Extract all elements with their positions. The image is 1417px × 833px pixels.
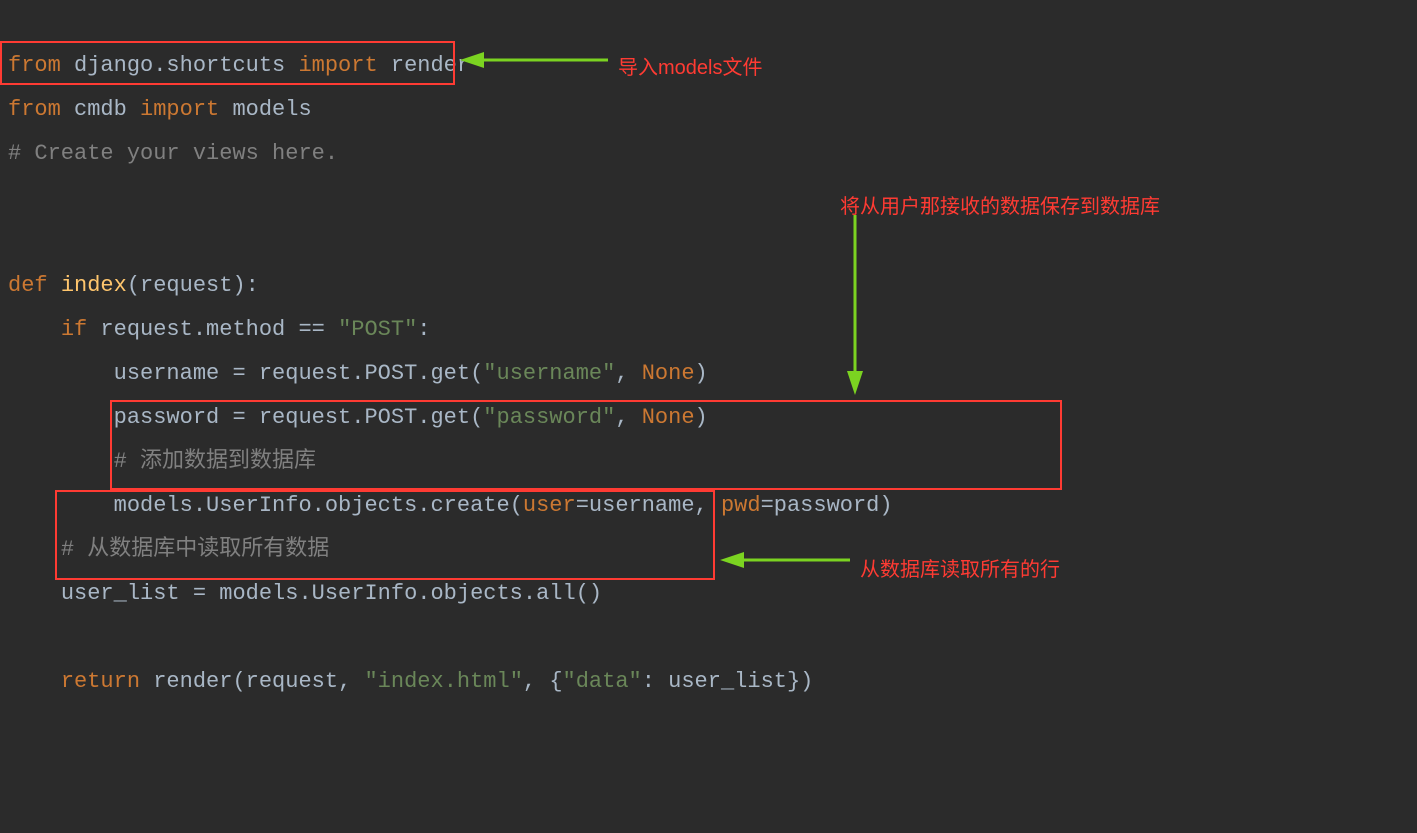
annotation-import: 导入models文件 — [618, 46, 762, 90]
highlight-box-import — [0, 41, 455, 85]
line-6: if request.method == "POST": — [8, 317, 430, 342]
annotation-save: 将从用户那接收的数据保存到数据库 — [840, 185, 1160, 229]
highlight-box-readall — [55, 490, 715, 580]
line-3: # Create your views here. — [8, 141, 338, 166]
line-5: def index(request): — [8, 273, 259, 298]
code-editor[interactable]: from django.shortcuts import render from… — [0, 0, 1417, 833]
annotation-read: 从数据库读取所有的行 — [860, 548, 1060, 592]
line-2: from cmdb import models — [8, 97, 312, 122]
highlight-box-create — [110, 400, 1062, 490]
code-block: from django.shortcuts import render from… — [8, 0, 893, 704]
line-14: return render(request, "index.html", {"d… — [8, 669, 813, 694]
line-12: user_list = models.UserInfo.objects.all(… — [8, 581, 602, 606]
line-7: username = request.POST.get("username", … — [8, 361, 708, 386]
